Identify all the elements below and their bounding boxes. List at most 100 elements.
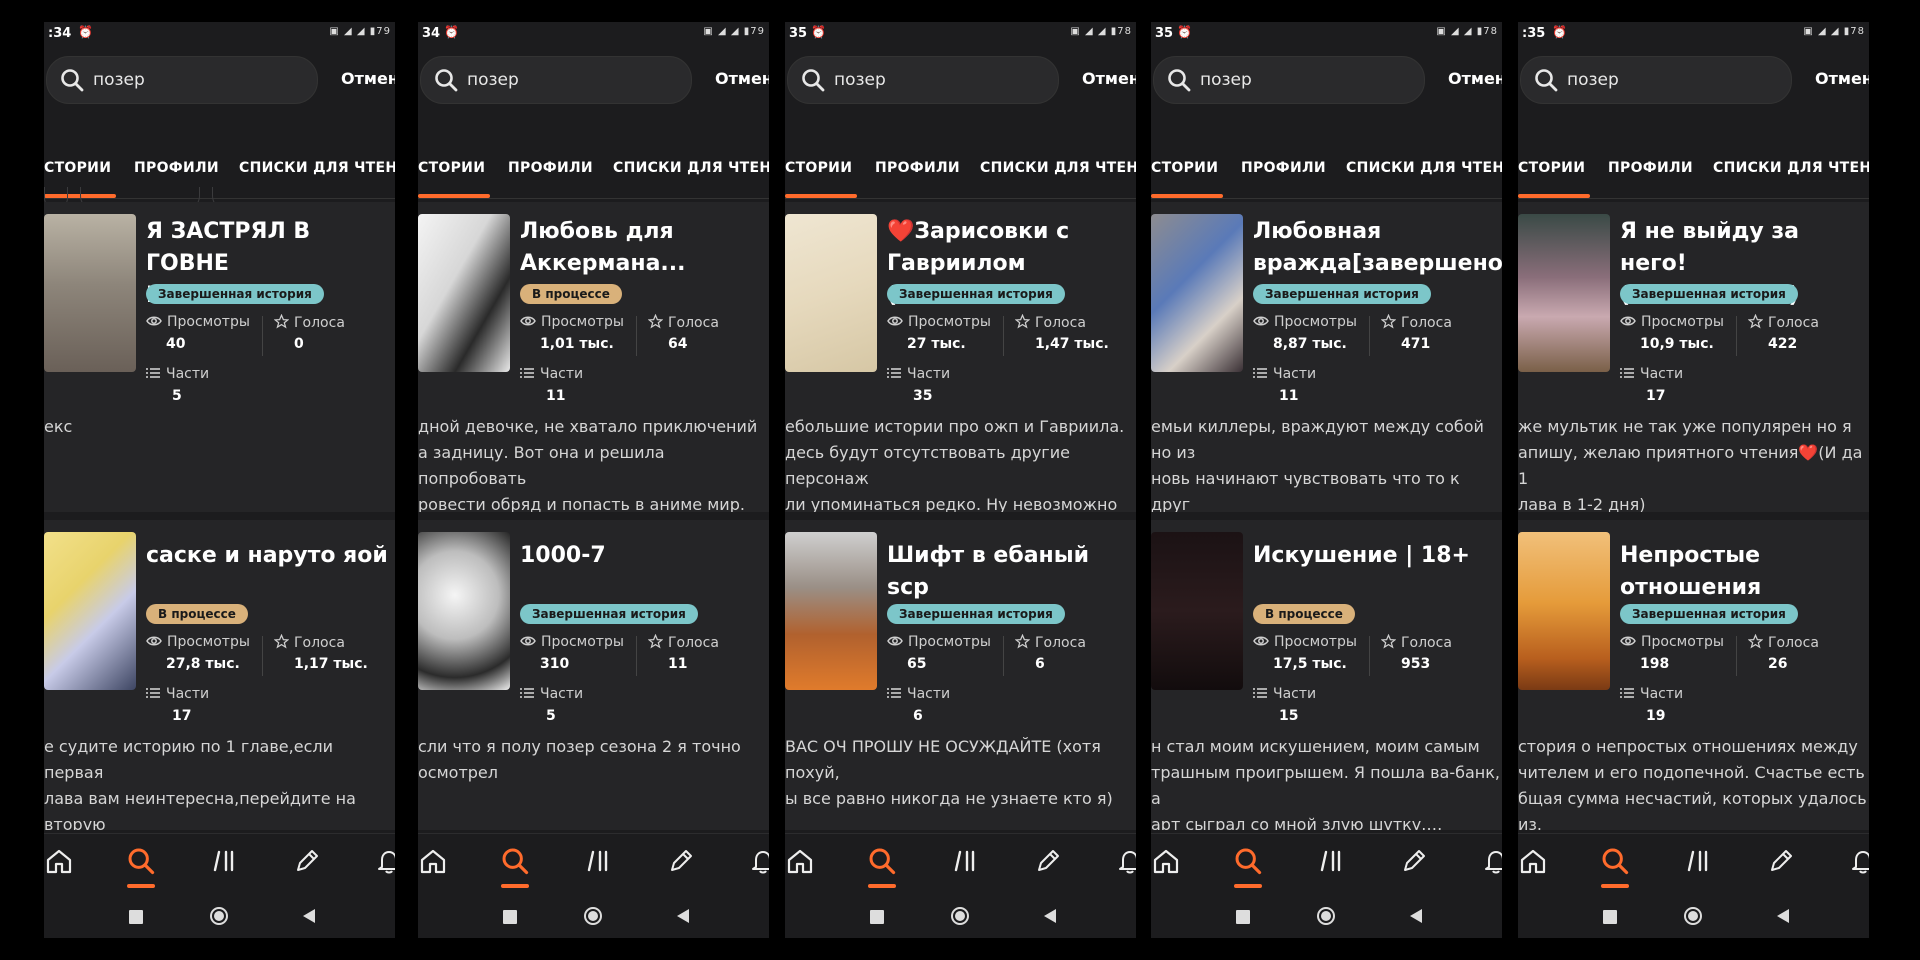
story-title[interactable]: Непростые отношения: [1620, 540, 1869, 604]
library-icon[interactable]: [583, 846, 613, 876]
notifications-bell-icon[interactable]: [748, 846, 769, 876]
story-card[interactable]: 1000-7 Завершенная история Просмотры 310 Гол…: [418, 520, 769, 830]
search-nav-icon[interactable]: [126, 846, 156, 876]
home-system-button[interactable]: [583, 906, 603, 930]
story-card[interactable]: Я ЗАСТРЯЛ В ГОВНЕ БЛЯЗавершенная история…: [44, 202, 395, 512]
tab-reading-lists[interactable]: СПИСКИ ДЛЯ ЧТЕНИЯ: [1713, 160, 1869, 176]
home-icon[interactable]: [44, 846, 74, 876]
cancel-button[interactable]: Отменить: [341, 69, 395, 88]
search-bar[interactable]: позер: [46, 56, 318, 104]
story-card[interactable]: Шифт в ебаный scp Завершенная история Прос…: [785, 520, 1136, 830]
search-nav-icon[interactable]: [867, 846, 897, 876]
story-title[interactable]: Шифт в ебаный scp: [887, 540, 1136, 604]
story-title[interactable]: Любовь для Аккермана...: [520, 216, 769, 280]
story-cover-image[interactable]: [1518, 532, 1610, 690]
story-cover-image[interactable]: [418, 214, 510, 372]
search-bar[interactable]: позер: [420, 56, 692, 104]
tab-profiles[interactable]: ПРОФИЛИ: [1608, 160, 1693, 176]
notifications-bell-icon[interactable]: [1848, 846, 1869, 876]
story-card[interactable]: ❤️Зарисовки с Гавриилом (Mandela ...Заве…: [785, 202, 1136, 512]
tab-profiles[interactable]: ПРОФИЛИ: [134, 160, 219, 176]
write-pencil-icon[interactable]: [292, 846, 322, 876]
back-system-button[interactable]: [1409, 908, 1423, 928]
story-description[interactable]: ебольшие истории про ожп и Гавриила. дес…: [785, 414, 1136, 512]
story-description[interactable]: стория о непростых отношениях между чите…: [1518, 734, 1869, 830]
tab-stories[interactable]: СТОРИИ: [1151, 160, 1218, 176]
home-system-button[interactable]: [1683, 906, 1703, 930]
back-system-button[interactable]: [302, 908, 316, 928]
recent-apps-button[interactable]: [1603, 909, 1617, 928]
tab-stories[interactable]: СТОРИИ: [1518, 160, 1585, 176]
cancel-button[interactable]: Отменить: [715, 69, 769, 88]
story-card[interactable]: Искушение | 18+ В процессе Просмотры 17,5 т…: [1151, 520, 1502, 830]
story-cover-image[interactable]: [418, 532, 510, 690]
home-icon[interactable]: [1151, 846, 1181, 876]
story-cover-image[interactable]: [785, 532, 877, 690]
search-nav-icon[interactable]: [500, 846, 530, 876]
recent-apps-button[interactable]: [870, 909, 884, 928]
story-card[interactable]: Я не выйду за него! (Ти и Камило)Заверше…: [1518, 202, 1869, 512]
story-title[interactable]: Любовная вражда[завершено]: [1253, 216, 1502, 280]
story-title[interactable]: 1000-7: [520, 540, 769, 572]
story-title[interactable]: саске и наруто яой: [146, 540, 395, 572]
back-system-button[interactable]: [676, 908, 690, 928]
notifications-bell-icon[interactable]: [1481, 846, 1502, 876]
library-icon[interactable]: [209, 846, 239, 876]
story-cover-image[interactable]: [1151, 532, 1243, 690]
library-icon[interactable]: [1316, 846, 1346, 876]
home-icon[interactable]: [418, 846, 448, 876]
home-system-button[interactable]: [209, 906, 229, 930]
story-card[interactable]: саске и наруто яой В процессе Просмотры 27,…: [44, 520, 395, 830]
story-card[interactable]: Любовь для Аккермана... В процессе Просмот…: [418, 202, 769, 512]
notifications-bell-icon[interactable]: [374, 846, 395, 876]
tab-stories[interactable]: СТОРИИ: [44, 160, 111, 176]
story-cover-image[interactable]: [1518, 214, 1610, 372]
cancel-button[interactable]: Отменить: [1448, 69, 1502, 88]
story-description[interactable]: сли что я полу позер сезона 2 я точно ос…: [418, 734, 769, 786]
story-title[interactable]: Искушение | 18+: [1253, 540, 1502, 572]
cancel-button[interactable]: Отменить: [1082, 69, 1136, 88]
search-input[interactable]: позер: [93, 70, 145, 90]
home-system-button[interactable]: [950, 906, 970, 930]
story-cover-image[interactable]: [44, 532, 136, 690]
search-bar[interactable]: позер: [787, 56, 1059, 104]
home-icon[interactable]: [1518, 846, 1548, 876]
story-description[interactable]: же мультик не так уже популярен но я апи…: [1518, 414, 1869, 512]
tab-profiles[interactable]: ПРОФИЛИ: [875, 160, 960, 176]
home-icon[interactable]: [785, 846, 815, 876]
story-cover-image[interactable]: [1151, 214, 1243, 372]
search-bar[interactable]: позер: [1520, 56, 1792, 104]
write-pencil-icon[interactable]: [1399, 846, 1429, 876]
story-description[interactable]: емьи киллеры, враждуют между собой но из…: [1151, 414, 1502, 512]
story-description[interactable]: е судите историю по 1 главе,если первая …: [44, 734, 395, 830]
tab-reading-lists[interactable]: СПИСКИ ДЛЯ ЧТЕНИЯ: [980, 160, 1136, 176]
back-system-button[interactable]: [1776, 908, 1790, 928]
write-pencil-icon[interactable]: [666, 846, 696, 876]
search-nav-icon[interactable]: [1233, 846, 1263, 876]
tab-stories[interactable]: СТОРИИ: [418, 160, 485, 176]
tab-profiles[interactable]: ПРОФИЛИ: [508, 160, 593, 176]
write-pencil-icon[interactable]: [1766, 846, 1796, 876]
story-description[interactable]: екс: [44, 414, 395, 440]
search-bar[interactable]: позер: [1153, 56, 1425, 104]
write-pencil-icon[interactable]: [1033, 846, 1063, 876]
tab-reading-lists[interactable]: СПИСКИ ДЛЯ ЧТЕНИЯ: [1346, 160, 1502, 176]
recent-apps-button[interactable]: [503, 909, 517, 928]
tab-reading-lists[interactable]: СПИСКИ ДЛЯ ЧТЕНИЯ: [613, 160, 769, 176]
tab-profiles[interactable]: ПРОФИЛИ: [1241, 160, 1326, 176]
search-input[interactable]: позер: [834, 70, 886, 90]
notifications-bell-icon[interactable]: [1115, 846, 1136, 876]
search-input[interactable]: позер: [1567, 70, 1619, 90]
story-cover-image[interactable]: [44, 214, 136, 372]
cancel-button[interactable]: Отменить: [1815, 69, 1869, 88]
search-nav-icon[interactable]: [1600, 846, 1630, 876]
story-description[interactable]: дной девочке, не хватало приключений а з…: [418, 414, 769, 512]
recent-apps-button[interactable]: [129, 909, 143, 928]
search-input[interactable]: позер: [467, 70, 519, 90]
recent-apps-button[interactable]: [1236, 909, 1250, 928]
story-card[interactable]: Непростые отношения Завершенная история Пр…: [1518, 520, 1869, 830]
tab-stories[interactable]: СТОРИИ: [785, 160, 852, 176]
back-system-button[interactable]: [1043, 908, 1057, 928]
home-system-button[interactable]: [1316, 906, 1336, 930]
library-icon[interactable]: [1683, 846, 1713, 876]
